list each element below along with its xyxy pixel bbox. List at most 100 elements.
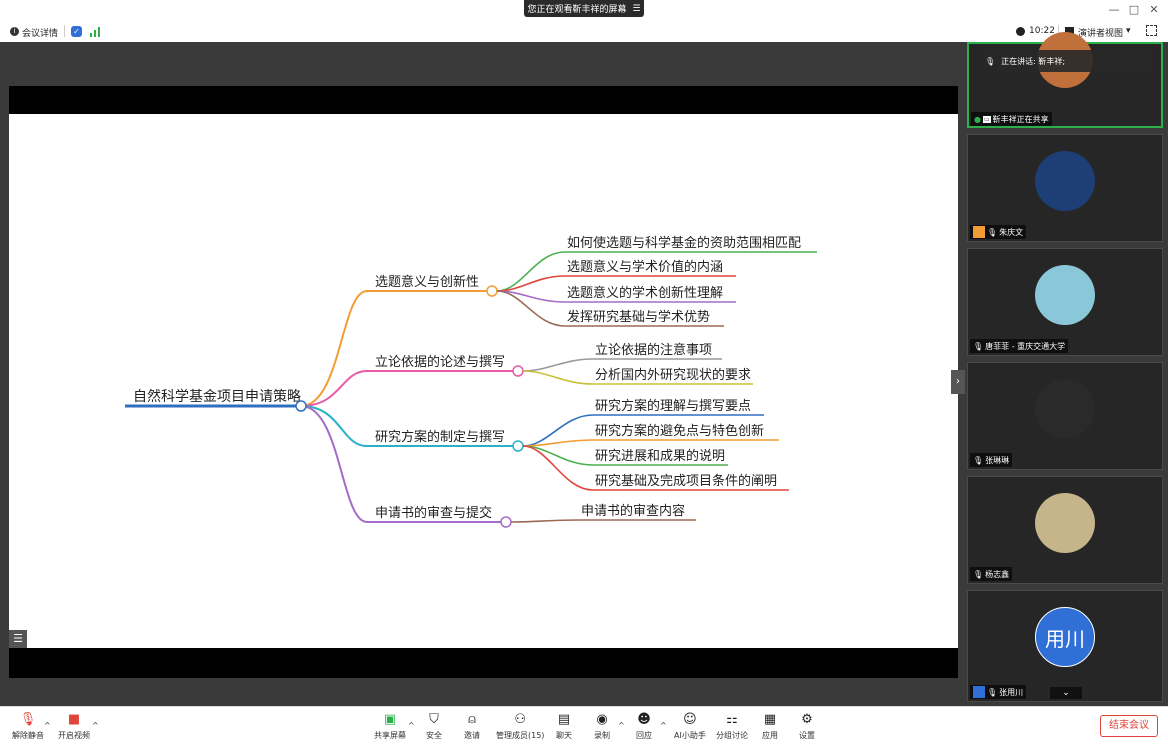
unmute-button[interactable]: 🎙 解除静音	[12, 711, 44, 741]
share-screen-button[interactable]: ▣ 共享屏幕	[374, 711, 406, 741]
branch-node: 研究方案的制定与撰写	[375, 429, 505, 445]
add-user-icon: ⍝	[468, 711, 476, 727]
security-button[interactable]: ⛉ 安全	[426, 711, 442, 741]
child-node: 研究方案的避免点与特色创新	[595, 423, 764, 439]
invite-button[interactable]: ⍝ 邀请	[464, 711, 480, 741]
host-icon	[973, 226, 985, 238]
child-connector	[510, 519, 580, 523]
child-connector	[522, 439, 594, 447]
chat-icon: ▤	[557, 711, 571, 727]
settings-button[interactable]: ⚙ 设置	[799, 711, 815, 741]
list-icon[interactable]: ☰	[9, 630, 27, 648]
child-node: 研究进展和成果的说明	[595, 448, 725, 464]
share-screen-label: 共享屏幕	[374, 731, 406, 740]
avatar	[1035, 493, 1095, 553]
avatar	[1035, 379, 1095, 439]
mind-map: 自然科学基金项目申请策略 选题意义与创新性 如何使选题与科学基金的资助范围相匹配选题…	[125, 235, 817, 528]
record-label: 录制	[594, 731, 610, 740]
members-icon: ⚇	[514, 711, 527, 727]
share-screen-icon: ▭	[982, 115, 991, 123]
child-node: 研究基础及完成项目条件的阐明	[595, 473, 777, 489]
collapse-sidebar-button[interactable]: ›	[951, 370, 965, 394]
breakout-icon: ⚏	[726, 711, 738, 727]
branch-connector	[300, 405, 368, 447]
breakout-button[interactable]: ⚏ 分组讨论	[716, 711, 748, 741]
manage-members-button[interactable]: ⚇ 管理成员(15)	[496, 711, 544, 741]
share-screen-icon: ▣	[383, 711, 397, 727]
signal-icon	[90, 27, 100, 37]
child-connector	[496, 251, 566, 292]
shield-icon[interactable]: ✓	[71, 26, 82, 37]
participant-tile[interactable]: 🎙 唐菲菲 - 重庆交通大学	[967, 248, 1163, 356]
meeting-toolbar: 🎙 解除静音 ^ ■ 开启视频 ^ ▣ 共享屏幕 ^ ⛉ 安全 ⍝ 邀请 ⚇ 管…	[0, 706, 1168, 750]
chat-button[interactable]: ▤ 聊天	[556, 711, 572, 741]
apps-icon: ▦	[763, 711, 777, 727]
mic-muted-icon: 🎙	[973, 569, 984, 579]
meeting-info-link[interactable]: 会议详情	[22, 26, 58, 39]
clock-icon	[1016, 27, 1025, 36]
chevron-down-icon[interactable]: ⌄	[1050, 687, 1082, 699]
view-switch-button[interactable]: 演讲者视图	[1078, 26, 1123, 39]
participant-tile[interactable]: 🎙 正在讲话: 靳丰祥; ● ▭ 靳丰祥正在共享	[967, 32, 1163, 128]
child-connector	[522, 445, 594, 491]
menu-icon[interactable]: ☰	[632, 4, 640, 14]
fullscreen-icon[interactable]	[1146, 25, 1157, 36]
chevron-up-icon[interactable]: ^	[660, 721, 667, 730]
mic-muted-icon: 🎙	[987, 227, 998, 237]
participant-name: 杨志鑫	[985, 569, 1010, 579]
security-label: 安全	[426, 731, 442, 740]
mic-off-icon: 🎙	[19, 711, 37, 727]
maximize-button[interactable]: □	[1127, 3, 1141, 16]
participant-tile[interactable]: 用川 🎙 张用川 ⌄	[967, 590, 1163, 702]
child-node: 申请书的审查内容	[581, 503, 685, 519]
start-video-button[interactable]: ■ 开启视频	[58, 711, 90, 741]
root-node: 自然科学基金项目申请策略	[133, 388, 301, 405]
slide-letterbox-bottom	[9, 648, 958, 678]
manage-members-label: 管理成员(15)	[496, 731, 545, 740]
branch-knob	[512, 440, 524, 452]
slide-letterbox-top	[9, 86, 958, 114]
chat-label: 聊天	[556, 731, 572, 740]
participant-tile[interactable]: 🎙 杨志鑫	[967, 476, 1163, 584]
sharing-banner[interactable]: 您正在观看靳丰祥的屏幕 ☰	[524, 0, 644, 17]
ai-assistant-button[interactable]: ☺ AI小助手	[674, 711, 706, 741]
participant-tile[interactable]: 🎙 张琳琳	[967, 362, 1163, 470]
participant-name-label: 🎙 杨志鑫	[970, 567, 1013, 581]
start-video-label: 开启视频	[58, 731, 90, 740]
avatar	[1035, 151, 1095, 211]
end-meeting-button[interactable]: 结束会议	[1100, 715, 1158, 737]
emoji-icon: ☻	[637, 711, 651, 727]
child-node: 发挥研究基础与学术优势	[567, 309, 710, 325]
chevron-up-icon[interactable]: ^	[92, 721, 99, 730]
speaking-indicator: 🎙 正在讲话: 靳丰祥;	[979, 50, 1157, 72]
branch-node: 申请书的审查与提交	[375, 505, 492, 521]
minimize-button[interactable]: —	[1107, 3, 1121, 16]
chevron-up-icon[interactable]: ^	[408, 721, 415, 730]
chevron-down-icon[interactable]: ▾	[1126, 26, 1131, 36]
branch-connector	[300, 405, 368, 523]
apps-button[interactable]: ▦ 应用	[762, 711, 778, 741]
participant-name-label: ● ▭ 靳丰祥正在共享	[971, 112, 1052, 126]
info-icon[interactable]: i	[10, 27, 19, 36]
react-button[interactable]: ☻ 回应	[636, 711, 652, 741]
child-connector	[522, 358, 594, 372]
participant-name: 张用川	[999, 687, 1024, 697]
branch-connector	[300, 370, 368, 407]
mic-icon: 🎙	[985, 56, 996, 66]
record-button[interactable]: ◉ 录制	[594, 711, 610, 741]
gear-icon: ⚙	[801, 711, 813, 727]
shield-icon: ⛉	[429, 711, 439, 727]
branch-node: 立论依据的论述与撰写	[375, 354, 505, 370]
branch-knob	[512, 365, 524, 377]
branch-knob	[500, 516, 512, 528]
mic-muted-icon: 🎙	[973, 341, 984, 351]
participant-name: 靳丰祥正在共享	[992, 114, 1049, 124]
ai-assistant-icon: ☺	[683, 711, 697, 727]
chevron-up-icon[interactable]: ^	[618, 721, 625, 730]
window-titlebar: 您正在观看靳丰祥的屏幕 ☰ — □ ✕	[0, 0, 1168, 22]
chevron-up-icon[interactable]: ^	[44, 721, 51, 730]
close-window-button[interactable]: ✕	[1147, 3, 1161, 16]
participant-tile[interactable]: 🎙 朱庆文	[967, 134, 1163, 242]
user-icon	[973, 686, 985, 698]
branch-knob	[486, 285, 498, 297]
